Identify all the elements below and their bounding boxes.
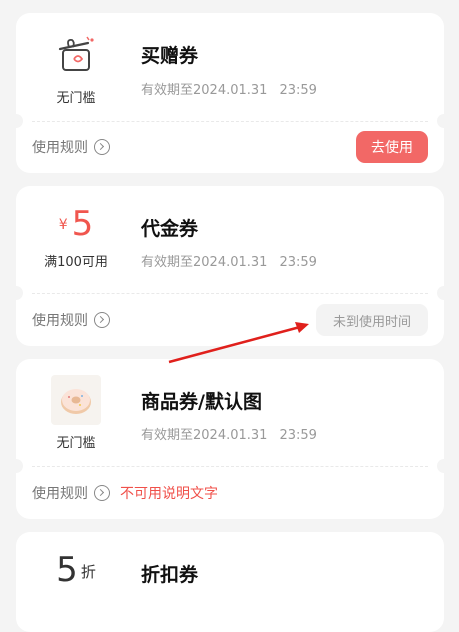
coupon-card-cash[interactable]: ¥5 满100可用 代金券 有效期至2024.01.31 23:59 使用规则 未… — [16, 186, 444, 346]
coupon-threshold: 满100可用 — [44, 255, 108, 270]
divider — [32, 293, 428, 294]
unavailable-reason: 不可用说明文字 — [120, 486, 218, 502]
validity-date: 有效期至2024.01.31 — [141, 428, 268, 443]
validity-time: 23:59 — [279, 255, 317, 270]
donut-image — [51, 375, 101, 425]
card-notch-left — [16, 286, 23, 300]
circle-chevron-right-icon — [94, 312, 110, 328]
coupon-card-gift[interactable]: 无门槛 买赠券 有效期至2024.01.31 23:59 使用规则 去使用 — [16, 13, 444, 173]
circle-chevron-right-icon — [94, 485, 110, 501]
circle-chevron-right-icon — [94, 139, 110, 155]
coupon-title: 买赠券 — [141, 45, 199, 67]
card-notch-left — [16, 459, 23, 473]
validity-time: 23:59 — [279, 83, 317, 98]
validity-date: 有效期至2024.01.31 — [141, 255, 268, 270]
usage-rules-label: 使用规则 — [32, 313, 88, 329]
divider — [32, 466, 428, 467]
usage-rules-label: 使用规则 — [32, 486, 88, 502]
card-notch-right — [437, 286, 444, 300]
coupon-validity: 有效期至2024.01.31 23:59 — [141, 424, 317, 443]
gift-box-icon — [16, 35, 136, 75]
coupon-card-discount[interactable]: 5折 折扣券 — [16, 532, 444, 632]
coupon-title: 代金券 — [141, 218, 199, 240]
use-now-button[interactable]: 去使用 — [356, 131, 428, 163]
card-notch-left — [16, 114, 23, 128]
usage-rules-link[interactable]: 使用规则 — [32, 310, 110, 330]
not-yet-available-button: 未到使用时间 — [316, 304, 428, 336]
usage-rules-link[interactable]: 使用规则 不可用说明文字 — [32, 483, 218, 503]
coupon-validity: 有效期至2024.01.31 23:59 — [141, 251, 317, 270]
coupon-validity: 有效期至2024.01.31 23:59 — [141, 79, 317, 98]
validity-date: 有效期至2024.01.31 — [141, 83, 268, 98]
usage-rules-link[interactable]: 使用规则 — [32, 137, 110, 157]
divider — [32, 121, 428, 122]
coupon-threshold: 无门槛 — [56, 436, 96, 451]
card-notch-right — [437, 114, 444, 128]
coupon-threshold: 无门槛 — [56, 91, 96, 106]
amount-value: 5 — [71, 204, 94, 244]
currency-symbol: ¥ — [58, 217, 68, 233]
coupon-title: 折扣券 — [141, 564, 199, 586]
discount-unit: 折 — [80, 563, 96, 581]
coupon-amount: ¥5 — [16, 204, 136, 244]
coupon-card-product[interactable]: 无门槛 商品券/默认图 有效期至2024.01.31 23:59 使用规则 不可用… — [16, 359, 444, 519]
discount-number: 5 — [56, 550, 78, 590]
validity-time: 23:59 — [279, 428, 317, 443]
discount-value: 5折 — [16, 550, 136, 590]
card-notch-right — [437, 459, 444, 473]
usage-rules-label: 使用规则 — [32, 140, 88, 156]
coupon-title: 商品券/默认图 — [141, 391, 262, 413]
